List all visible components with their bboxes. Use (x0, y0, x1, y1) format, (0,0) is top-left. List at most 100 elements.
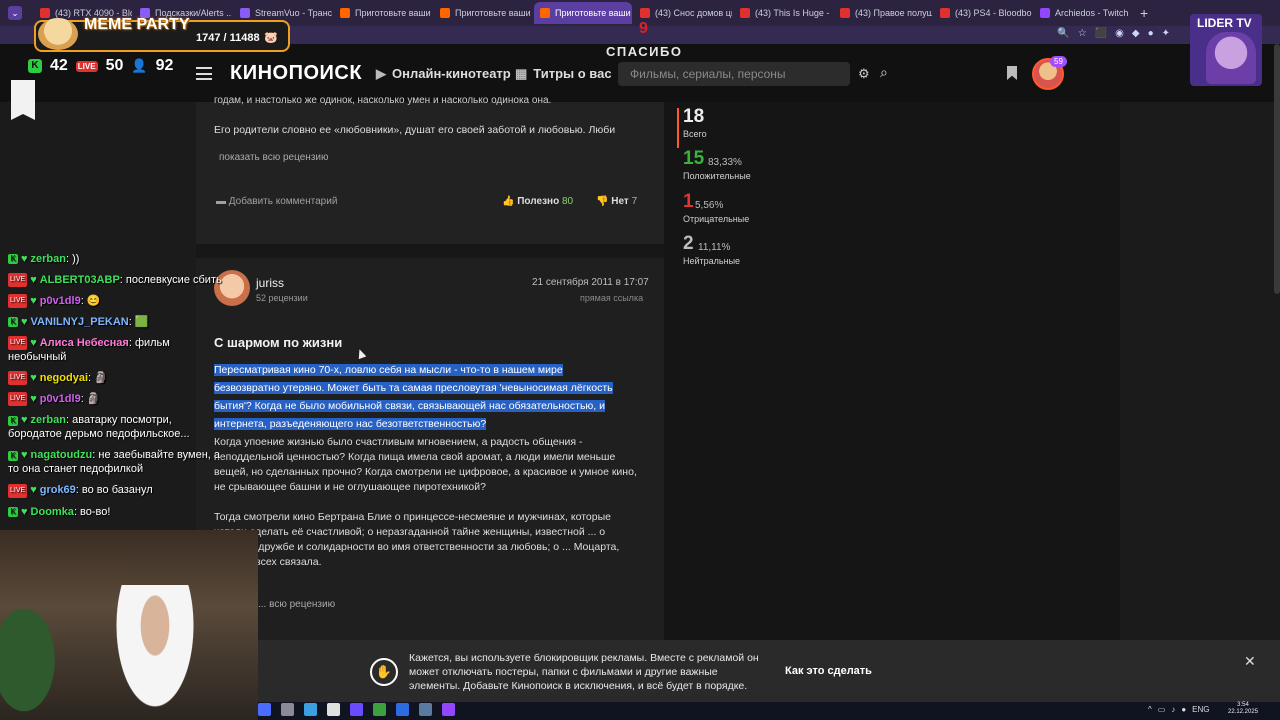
useful-count: 80 (561, 196, 574, 207)
youtube-icon (40, 8, 50, 18)
notification-badge: 59 (1050, 56, 1067, 67)
extension-icon[interactable]: ✦ (1162, 28, 1170, 39)
app-icon[interactable] (350, 703, 363, 716)
filter-icon[interactable]: ⚙ (858, 66, 870, 82)
app-icon[interactable] (304, 703, 317, 716)
new-tab-icon[interactable]: + (1140, 5, 1148, 21)
chat-message: LIVE ♥ negodyai: 🗿 (0, 367, 232, 388)
battery-icon[interactable]: ▭ (1158, 705, 1166, 714)
chat-message: K ♥ nagatoudzu: не заебывайте вумен, а то … (0, 444, 232, 479)
useful-button[interactable]: 👍 Полезно 80 (502, 196, 573, 207)
language-indicator[interactable]: ENG (1192, 705, 1209, 714)
menu-burger-icon[interactable] (196, 67, 212, 80)
chat-nickname[interactable]: ALBERT03ABP (40, 274, 120, 286)
browser-tab[interactable]: Приготовьте ваши носо... (534, 2, 632, 24)
browser-tab[interactable]: (43) PS4 - Bloodborne Ga... (934, 2, 1032, 24)
volume-icon[interactable]: ♪ (1171, 705, 1175, 714)
zoom-icon[interactable]: 🔍 (1057, 28, 1069, 39)
browser-tab[interactable]: (43) This Is Huge - YouTu... (734, 2, 832, 24)
extension-icon[interactable]: ⬛ (1095, 28, 1107, 39)
tab-menu-icon[interactable]: ⌄ (8, 6, 22, 20)
stat-negative-label: Отрицательные (683, 214, 750, 224)
star-icon[interactable]: ☆ (1078, 28, 1087, 39)
tab-label: (43) PS4 - Bloodborne Ga... (955, 8, 1032, 18)
extension-icon[interactable]: ◆ (1132, 28, 1140, 39)
chat-nickname[interactable]: grok69 (40, 484, 76, 496)
app-icon[interactable] (396, 703, 409, 716)
chat-message: K ♥ zerban: )) (0, 248, 232, 269)
show-full-review-link[interactable]: ... всю рецензию (258, 599, 335, 610)
kick-badge-icon: K (8, 317, 18, 328)
close-icon[interactable]: ✕ (1244, 653, 1256, 670)
heart-badge-icon: ♥ (21, 505, 28, 518)
not-useful-button[interactable]: 👎 Нет 7 (596, 196, 637, 207)
stat-neutral-value: 2 (683, 233, 694, 254)
stat-total-label: Всего (683, 129, 707, 139)
stop-hand-icon: ✋ (370, 658, 398, 686)
browser-toolbar-icons: 🔍 ☆ ⬛ ◉ ◆ ● ✦ (1057, 28, 1170, 39)
app-icon[interactable] (258, 703, 271, 716)
extension-icon[interactable]: ● (1148, 28, 1154, 39)
chat-message: LIVE ♥ Алиса Небесная: фильм необычный (0, 332, 232, 367)
chat-text: )) (69, 253, 80, 265)
app-icon[interactable] (442, 703, 455, 716)
stat-positive-percent: 83,33% (708, 157, 742, 168)
extension-icon[interactable]: ◉ (1115, 28, 1124, 39)
chat-nickname[interactable]: p0v1dl9 (40, 295, 81, 307)
clock[interactable]: 3:54 22.12.2025 (1228, 702, 1258, 716)
youtube-icon (640, 8, 650, 18)
chat-nickname[interactable]: zerban (31, 253, 66, 265)
heart-badge-icon: ♥ (21, 414, 28, 427)
not-useful-count: 7 (631, 196, 638, 207)
heart-badge-icon: ♥ (30, 393, 37, 406)
review-title: С шармом по жизни (214, 335, 343, 350)
add-comment-label: Добавить комментарий (228, 196, 338, 207)
chat-nickname[interactable]: p0v1dl9 (40, 393, 81, 405)
review2-paragraph-2: Когда упоение жизнью было счастливым мгн… (214, 436, 637, 493)
adblock-message: Кажется, вы используете блокировщик рекл… (409, 652, 759, 692)
browser-tab[interactable]: Archiedos - Twitch (1034, 2, 1132, 24)
vk-badge-icon: LIVE (8, 294, 28, 309)
ribbon-icon (11, 80, 35, 120)
chat-text: послевкусие сбить (122, 274, 222, 286)
kinopoisk-icon (340, 8, 350, 18)
nav-credits-about-you[interactable]: ▦ Титры о вас (515, 66, 612, 82)
chevron-up-icon[interactable]: ^ (1148, 705, 1152, 714)
stat-positive-value: 15 (683, 148, 705, 169)
direct-link[interactable]: прямая ссылка (580, 293, 643, 303)
chat-nickname[interactable]: VANILNYJ_PEKAN (31, 316, 129, 328)
meme-party-title: MEME PARTY (84, 16, 190, 33)
app-icon[interactable] (419, 703, 432, 716)
browser-tab[interactable]: (43) Снос домов цыган г... (634, 2, 732, 24)
chat-nickname[interactable]: zerban (31, 414, 66, 426)
show-full-review-link[interactable]: показать всю рецензию (219, 152, 329, 163)
search-input[interactable]: Фильмы, сериалы, персоны (618, 62, 850, 86)
mic-icon[interactable]: ● (1181, 705, 1186, 714)
stream-chat: K ♥ zerban: )) LIVE ♥ ALBERT03ABP: послевкуси… (0, 248, 232, 522)
chat-message: LIVE ♥ ALBERT03ABP: послевкусие сбить (0, 269, 232, 290)
author-name[interactable]: juriss (256, 276, 284, 290)
chat-nickname[interactable]: negodyai (40, 372, 88, 384)
selected-line: Пересматривая кино 70-х, ловлю себя на м… (214, 364, 563, 376)
browser-tab[interactable]: (43) Правое полушарие ... (834, 2, 932, 24)
chat-nickname[interactable]: nagatoudzu (31, 449, 93, 461)
app-icon[interactable] (373, 703, 386, 716)
heart-badge-icon: ♥ (21, 253, 28, 265)
how-to-do-it-link[interactable]: Как это сделать (785, 665, 872, 677)
kick-viewers: 42 (50, 57, 68, 74)
nav-online-cinema[interactable]: ▶ Онлайн-кинотеатр (376, 66, 511, 82)
browser-tab[interactable]: Приготовьте ваши носо... (334, 2, 432, 24)
add-comment-button[interactable]: ▬ Добавить комментарий (216, 196, 337, 207)
twitch-icon (1040, 8, 1050, 18)
app-icon[interactable] (327, 703, 340, 716)
kick-badge-icon: K (8, 450, 18, 461)
chat-nickname[interactable]: Doomka (31, 506, 74, 518)
search-icon[interactable]: ⌕ (880, 64, 888, 81)
app-icon[interactable] (281, 703, 294, 716)
page-scrollbar[interactable] (1274, 44, 1280, 294)
lider-tv-title: LIDER TV (1197, 16, 1252, 30)
kinopoisk-logo[interactable]: КИНОПОИСК (230, 62, 362, 85)
chat-nickname[interactable]: Алиса Небесная (40, 337, 129, 349)
browser-tab[interactable]: Приготовьте ваши н... (434, 2, 532, 24)
vk-badge-icon: LIVE (8, 336, 28, 351)
